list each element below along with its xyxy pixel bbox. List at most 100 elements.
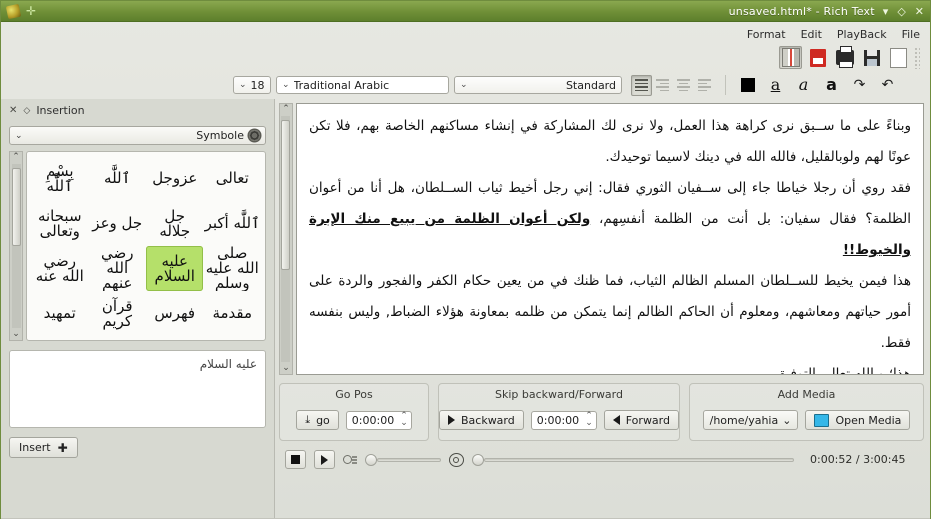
chevron-down-icon: ⌄ (15, 130, 23, 141)
menu-item-playback[interactable]: PlayBack (837, 28, 887, 41)
scroll-down-icon[interactable]: ⌄ (282, 363, 290, 374)
volume-slider-knob[interactable] (364, 453, 377, 466)
new-document-button[interactable] (887, 46, 910, 69)
menu-item-edit[interactable]: Edit (801, 28, 822, 41)
symbol-category-combo[interactable]: ⌄ Symbole (9, 126, 266, 145)
scroll-thumb[interactable] (281, 120, 291, 270)
symbol-cell[interactable]: قرآن كريم (88, 291, 146, 336)
seek-slider[interactable] (471, 453, 794, 466)
symbol-cell[interactable]: سبحانه وتعالى (31, 201, 88, 246)
application-window: ✛ unsaved.html* - Rich Text ▾ ◇ ✕ Format… (0, 0, 931, 519)
menu-item-file[interactable]: File (902, 28, 920, 41)
toolbar-separator (725, 75, 726, 95)
volume-icon (342, 453, 357, 466)
symbol-cell-selected[interactable]: عليه السلام (145, 246, 204, 291)
scroll-down-icon[interactable]: ⌄ (12, 329, 20, 340)
close-icon[interactable]: ✕ (915, 6, 924, 17)
menu-item-format[interactable]: Format (747, 28, 786, 41)
align-left-button[interactable] (694, 75, 715, 96)
symbol-cell[interactable]: بِسْمِ ٱللَّٰه (31, 156, 88, 201)
align-center-button[interactable] (673, 75, 694, 96)
skip-group: Skip backward/Forward Backward 0:00:00 ⌃… (437, 383, 680, 441)
paragraph-style-combo[interactable]: ⌄ Standard (454, 76, 622, 94)
symbol-cell[interactable]: ٱللَّٰه أكبر (203, 201, 261, 246)
toolbar-grip[interactable] (914, 46, 920, 69)
symbol-cell[interactable]: رضي الله عنهم (88, 246, 146, 291)
go-pos-title: Go Pos (335, 388, 373, 401)
underline-button[interactable]: a (764, 74, 787, 97)
insertion-sidebar: ✕ ◇ Insertion ⌄ Symbole ⌃ ⌄ بِسْمِ ٱللَّ… (1, 99, 275, 518)
font-size-combo[interactable]: ⌄ 18 (233, 76, 271, 94)
symbol-cell[interactable]: مقدمة (203, 291, 261, 336)
skip-time-spinner[interactable]: 0:00:00 ⌃ ⌄ (530, 410, 597, 430)
export-pdf-button[interactable] (806, 46, 829, 69)
print-button[interactable] (833, 46, 856, 69)
symbol-grid[interactable]: بِسْمِ ٱللَّٰه ٱللَّٰه عزوجل تعالى سبحان… (26, 151, 266, 341)
playback-groups: Go Pos ⤓ go 0:00:00 ⌃ ⌄ Skip backward/For… (278, 383, 924, 441)
maximize-icon[interactable]: ◇ (897, 6, 905, 17)
scroll-track[interactable] (11, 164, 21, 328)
skip-time-value: 0:00:00 (536, 413, 580, 427)
media-path-combo[interactable]: /home/yahia ⌄ (702, 410, 799, 430)
rich-text-editor[interactable]: وبناءً على ما ســبق نرى كراهة هذا العمل،… (295, 103, 924, 375)
seek-slider-rail[interactable] (483, 457, 794, 462)
add-media-title: Add Media (777, 388, 836, 401)
open-media-button[interactable]: Open Media (805, 410, 911, 430)
symbol-cell[interactable]: جل وعز (88, 201, 146, 246)
go-pos-time-spinner[interactable]: 0:00:00 ⌃ ⌄ (345, 410, 412, 430)
italic-button[interactable]: a (792, 74, 815, 97)
play-button[interactable] (313, 450, 335, 469)
symbol-cell[interactable]: فهرس (146, 291, 204, 336)
symbol-cell[interactable]: تعالى (203, 156, 261, 201)
panel-close-icon[interactable]: ✕ (9, 105, 17, 116)
scroll-up-icon[interactable]: ⌃ (282, 104, 290, 115)
save-button[interactable] (860, 46, 883, 69)
bold-button[interactable]: a (820, 74, 843, 97)
backward-icon (447, 415, 455, 425)
minimize-icon[interactable]: ▾ (883, 6, 889, 17)
go-button[interactable]: ⤓ go (296, 410, 339, 430)
scroll-up-icon[interactable]: ⌃ (12, 152, 20, 163)
editor-row: ⌃ ⌄ وبناءً على ما ســبق نرى كراهة هذا ال… (278, 103, 924, 375)
seek-slider-knob[interactable] (471, 453, 484, 466)
symbol-cell[interactable]: رضي الله عنه (31, 246, 88, 291)
symbol-cell[interactable]: تمهيد (31, 291, 88, 336)
panel-float-icon[interactable]: ◇ (23, 106, 30, 116)
symbol-cell[interactable]: جل جلاله (146, 201, 204, 246)
chevron-down-icon: ⌄ (460, 80, 468, 90)
skip-title: Skip backward/Forward (494, 388, 623, 401)
backward-button[interactable]: Backward (438, 410, 524, 430)
volume-slider-rail[interactable] (376, 457, 441, 462)
symbol-cell[interactable]: صلى الله عليه وسلم (203, 246, 261, 291)
volume-slider[interactable] (364, 453, 441, 466)
add-media-group: Add Media /home/yahia ⌄ Open Media (689, 383, 924, 441)
symbol-cell[interactable]: عزوجل (146, 156, 204, 201)
undo-icon: ↶ (881, 77, 894, 93)
scroll-track[interactable] (281, 116, 291, 362)
font-family-combo[interactable]: ⌄ Traditional Arabic (276, 76, 449, 94)
forward-button-label: Forward (625, 413, 670, 427)
stop-button[interactable] (284, 450, 306, 469)
font-family-value: Traditional Arabic (293, 78, 390, 92)
text-run: هذا فيمن يخيط للســلطان المسلم الظالم ال… (308, 273, 911, 351)
undo-button[interactable]: ↶ (876, 74, 899, 97)
save-icon (863, 49, 880, 66)
align-right-button[interactable] (652, 75, 673, 96)
symbol-cell[interactable]: ٱللَّٰه (88, 156, 146, 201)
media-path-value: /home/yahia (709, 413, 779, 427)
text-color-button[interactable] (736, 74, 759, 97)
symbol-grid-scrollbar[interactable]: ⌃ ⌄ (9, 151, 23, 341)
redo-button[interactable]: ↷ (848, 74, 871, 97)
paragraph-style-value: Standard (565, 78, 616, 92)
new-tab-icon[interactable]: ✛ (26, 5, 36, 17)
scroll-thumb[interactable] (11, 168, 21, 246)
align-justify-button[interactable] (631, 74, 652, 96)
editor-scrollbar[interactable]: ⌃ ⌄ (278, 103, 293, 375)
spinner-arrows-icon[interactable]: ⌃ ⌄ (400, 412, 408, 428)
redo-icon: ↷ (853, 77, 866, 93)
alignment-group (631, 74, 715, 96)
format-book-button[interactable] (779, 46, 802, 69)
forward-button[interactable]: Forward (603, 410, 679, 430)
insert-button[interactable]: Insert ✚ (9, 437, 78, 458)
spinner-arrows-icon[interactable]: ⌃ ⌄ (585, 412, 593, 428)
